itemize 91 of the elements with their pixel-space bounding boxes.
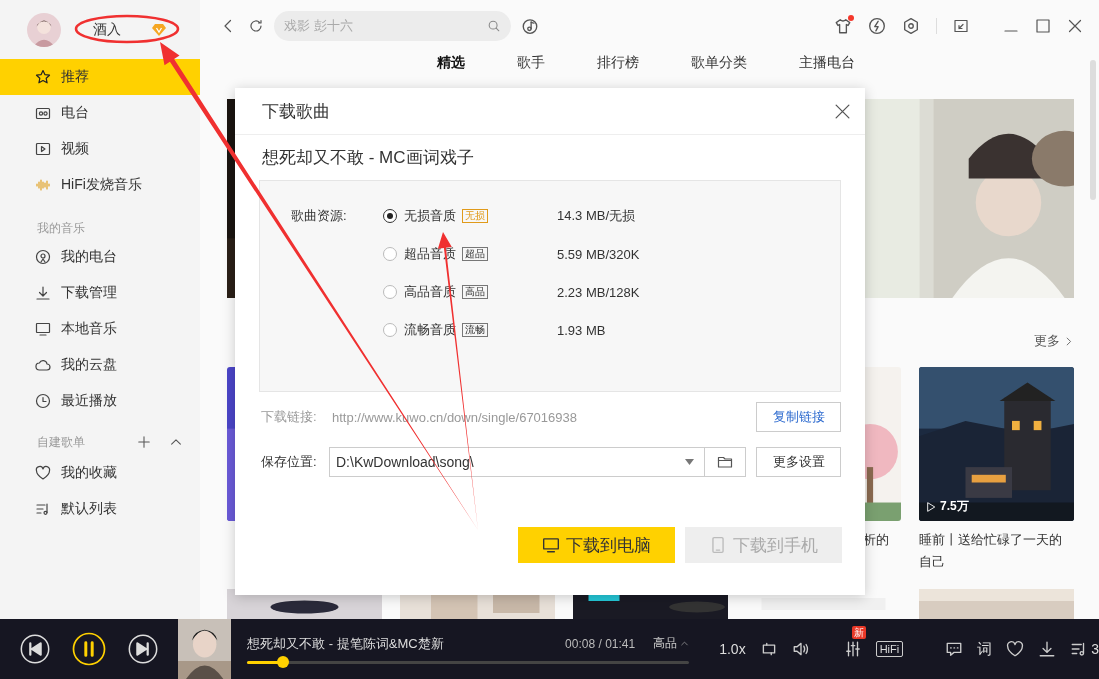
sidebar-item[interactable]: 电台 bbox=[0, 95, 200, 131]
download-icon bbox=[35, 285, 51, 301]
sidebar-item[interactable]: 最近播放 bbox=[0, 383, 200, 419]
pause-icon[interactable] bbox=[71, 632, 106, 666]
radio-button[interactable] bbox=[383, 285, 397, 299]
maximize-icon[interactable] bbox=[1035, 17, 1051, 34]
folder-button[interactable] bbox=[705, 447, 746, 477]
cloud-icon bbox=[35, 357, 51, 373]
chevron-up-icon bbox=[680, 639, 690, 648]
sidebar-item[interactable]: 我的云盘 bbox=[0, 347, 200, 383]
file-size: 5.59 MB/320K bbox=[557, 246, 640, 262]
path-dropdown[interactable]: D:\KwDownload\song\ bbox=[329, 447, 705, 477]
song-title: 想死却又不敢 - MC画词戏子 bbox=[262, 147, 474, 169]
lightning-icon[interactable] bbox=[868, 16, 886, 35]
hifi-button[interactable]: HiFi bbox=[875, 641, 904, 657]
sidebar-item[interactable]: 推荐 bbox=[0, 59, 200, 95]
speed-button[interactable]: 1.0x bbox=[719, 641, 746, 657]
new-badge: 新 bbox=[851, 626, 866, 639]
monitor-icon bbox=[35, 321, 51, 337]
more-link[interactable]: 更多 bbox=[1034, 332, 1074, 350]
radio-icon bbox=[35, 105, 51, 121]
copy-link-button[interactable]: 复制链接 bbox=[756, 402, 841, 432]
radio-button[interactable] bbox=[383, 209, 397, 223]
search-field[interactable]: 戏影 彭十六 bbox=[274, 10, 511, 41]
quality-selector[interactable]: 高品 bbox=[653, 635, 690, 652]
song-title[interactable]: 想死却又不敢 - 提笔陈词&MC楚新 bbox=[247, 634, 548, 653]
field-label: 保存位置: bbox=[261, 453, 318, 471]
more-settings-button[interactable]: 更多设置 bbox=[756, 447, 841, 477]
play-time: 00:08 / 01:41 bbox=[565, 636, 636, 651]
sidebar-item[interactable]: HiFi发烧音乐 bbox=[0, 167, 200, 203]
sidebar-item[interactable]: 我的收藏 bbox=[0, 455, 200, 491]
file-size: 2.23 MB/128K bbox=[557, 284, 640, 300]
close-icon[interactable] bbox=[834, 102, 851, 120]
quality-tag: 超品 bbox=[462, 247, 488, 261]
play-icon bbox=[925, 500, 937, 513]
heart-icon[interactable] bbox=[1006, 640, 1025, 658]
settings-icon[interactable] bbox=[902, 16, 920, 35]
video-icon bbox=[35, 141, 51, 157]
user-name[interactable]: 酒入 bbox=[93, 20, 152, 39]
clock-icon bbox=[35, 393, 51, 409]
field-label: 歌曲资源: bbox=[291, 208, 347, 223]
option-label[interactable]: 无损音质 bbox=[404, 207, 456, 225]
quality-tag: 流畅 bbox=[462, 323, 488, 337]
next-icon[interactable] bbox=[127, 634, 158, 664]
sidebar-item[interactable]: 视频 bbox=[0, 131, 200, 167]
quality-tag: 高品 bbox=[462, 285, 488, 299]
sidebar-item[interactable]: 本地音乐 bbox=[0, 311, 200, 347]
previous-icon[interactable] bbox=[19, 634, 50, 664]
heart-icon bbox=[35, 465, 51, 481]
monitor-icon bbox=[542, 536, 560, 554]
card-caption[interactable]: 睡前丨送给忙碌了一天的自己 bbox=[919, 529, 1074, 573]
nav-tab[interactable]: 排行榜 bbox=[597, 54, 639, 73]
notification-dot bbox=[848, 14, 854, 21]
comment-icon[interactable] bbox=[945, 640, 964, 658]
star-icon bbox=[35, 69, 51, 85]
field-label: 下载链接: bbox=[261, 408, 318, 426]
file-size: 14.3 MB/无损 bbox=[557, 207, 636, 225]
music-note-icon[interactable] bbox=[521, 16, 539, 35]
radio-button[interactable] bbox=[383, 247, 397, 261]
volume-icon[interactable] bbox=[791, 640, 810, 658]
file-size: 1.93 MB bbox=[557, 322, 606, 338]
download-button[interactable]: 下载到电脑 bbox=[518, 527, 675, 563]
radio-button[interactable] bbox=[383, 323, 397, 337]
section-title: 我的音乐 bbox=[37, 219, 86, 237]
equalizer-icon[interactable] bbox=[843, 640, 862, 658]
play-count: 7.5万 bbox=[925, 498, 969, 515]
sidebar-item[interactable]: 我的电台 bbox=[0, 239, 200, 275]
nav-tab[interactable]: 歌单分类 bbox=[691, 54, 747, 73]
dialog-title: 下载歌曲 bbox=[262, 100, 330, 123]
nav-tab[interactable]: 主播电台 bbox=[799, 54, 855, 73]
nav-tab[interactable]: 歌手 bbox=[517, 54, 545, 73]
phone-icon bbox=[709, 536, 727, 554]
mini-mode-icon[interactable] bbox=[953, 17, 969, 34]
podcast-icon bbox=[35, 249, 51, 265]
sidebar-item[interactable]: 默认列表 bbox=[0, 491, 200, 527]
download-icon[interactable] bbox=[1038, 640, 1057, 658]
caret-icon bbox=[685, 459, 694, 465]
search-icon[interactable] bbox=[487, 18, 501, 33]
close-icon[interactable] bbox=[1067, 17, 1083, 34]
sidebar-item[interactable]: 下载管理 bbox=[0, 275, 200, 311]
shirt-icon[interactable] bbox=[834, 16, 852, 35]
music-list-icon bbox=[35, 501, 51, 517]
playlist-button[interactable]: 3 bbox=[1070, 640, 1099, 658]
refresh-icon[interactable] bbox=[248, 17, 264, 34]
lyrics-button[interactable]: 词 bbox=[977, 639, 993, 659]
scrollbar[interactable] bbox=[1090, 60, 1096, 200]
folder-icon bbox=[717, 454, 733, 470]
nav-tab[interactable]: 精选 bbox=[437, 54, 465, 73]
quality-tag: 无损 bbox=[462, 209, 488, 223]
waveform-icon bbox=[35, 177, 51, 193]
section-title: 自建歌单 bbox=[37, 433, 86, 451]
